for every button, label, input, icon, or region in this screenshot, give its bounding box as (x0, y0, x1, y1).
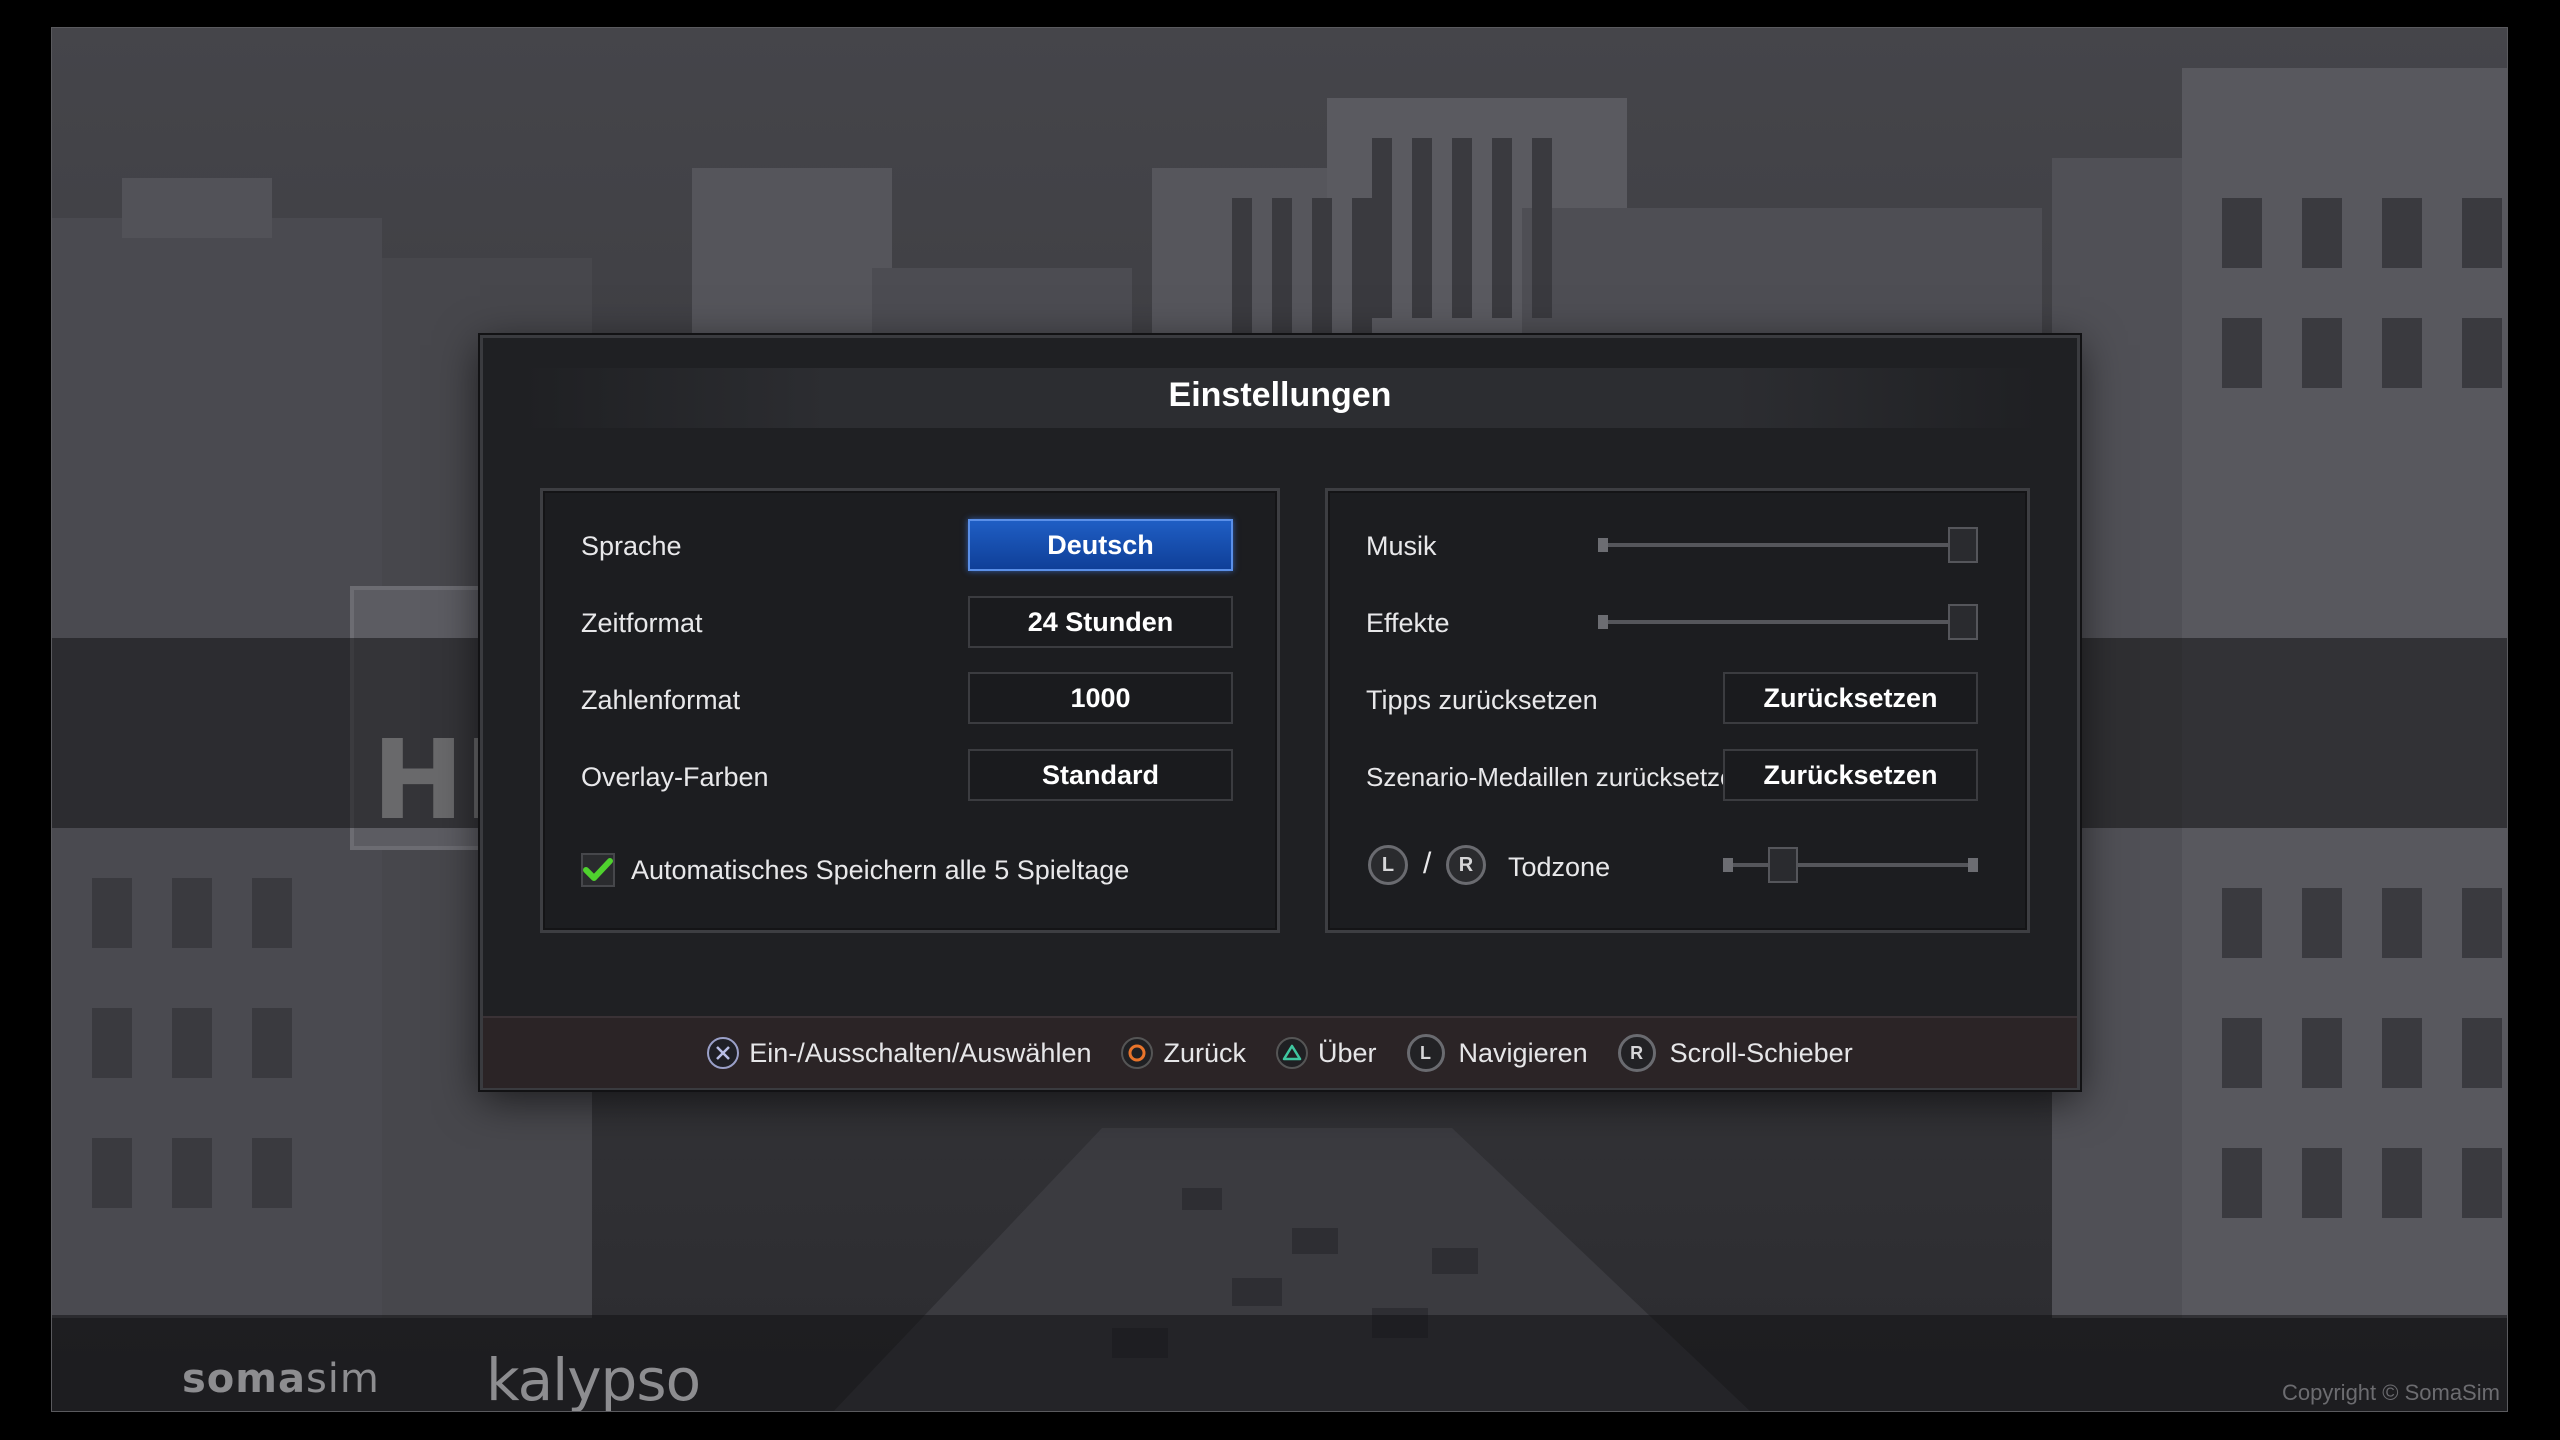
number-format-button[interactable]: 1000 (968, 672, 1233, 724)
reset-tips-button[interactable]: Zurücksetzen (1723, 672, 1978, 724)
autosave-checkbox[interactable] (581, 853, 615, 887)
right-stick-icon: R (1446, 845, 1486, 885)
autosave-option[interactable]: Automatisches Speichern alle 5 Spieltage (581, 853, 1129, 887)
stick-separator: / (1423, 847, 1432, 880)
effects-slider[interactable] (1598, 604, 1978, 640)
kalypso-logo: kalypso (486, 1346, 701, 1412)
reset-medals-label: Szenario-Medaillen zurücksetzen (1366, 762, 1749, 792)
audio-controls-panel: Musik Effekte Tipps zurücksetzen Zurücks… (1325, 488, 2030, 933)
hint-back-label: Zurück (1163, 1037, 1247, 1068)
cross-button-icon (707, 1037, 740, 1069)
right-stick-icon: R (1617, 1034, 1656, 1072)
copyright-text: Copyright © SomaSim (2282, 1380, 2500, 1405)
effects-slider-thumb[interactable] (1948, 604, 1978, 640)
hint-about: Über (1276, 1037, 1377, 1069)
hint-navigate-label: Navigieren (1458, 1037, 1588, 1068)
controller-hint-bar: Ein-/Ausschalten/Auswählen Zurück Über L… (483, 1016, 2077, 1088)
overlay-colors-button[interactable]: Standard (968, 749, 1233, 801)
checkmark-icon (583, 858, 613, 881)
number-format-label: Zahlenformat (581, 685, 741, 715)
music-label: Musik (1366, 531, 1437, 561)
footer-strip (52, 1315, 2507, 1411)
deadzone-slider[interactable] (1723, 847, 1978, 883)
reset-tips-label: Tipps zurücksetzen (1366, 685, 1598, 715)
autosave-label: Automatisches Speichern alle 5 Spieltage (631, 854, 1130, 885)
general-settings-panel: Sprache Deutsch Zeitformat 24 Stunden Za… (540, 488, 1280, 933)
music-slider[interactable] (1598, 527, 1978, 563)
left-stick-icon: L (1368, 845, 1408, 885)
hint-toggle-select: Ein-/Ausschalten/Auswählen (707, 1037, 1091, 1069)
music-slider-thumb[interactable] (1948, 527, 1978, 563)
hint-toggle-select-label: Ein-/Ausschalten/Auswählen (749, 1037, 1092, 1068)
somasim-logo: somasim (182, 1356, 380, 1402)
time-format-label: Zeitformat (581, 608, 703, 638)
hint-back: Zurück (1121, 1037, 1246, 1069)
time-format-button[interactable]: 24 Stunden (968, 596, 1233, 648)
hint-scroll-slider: R Scroll-Schieber (1617, 1034, 1853, 1072)
hint-about-label: Über (1318, 1037, 1377, 1068)
left-stick-icon: L (1406, 1034, 1445, 1072)
hint-navigate: L Navigieren (1406, 1034, 1588, 1072)
effects-label: Effekte (1366, 608, 1450, 638)
deadzone-label: Todzone (1508, 852, 1611, 882)
reset-medals-button[interactable]: Zurücksetzen (1723, 749, 1978, 801)
language-button[interactable]: Deutsch (968, 519, 1233, 571)
deadzone-slider-thumb[interactable] (1768, 847, 1798, 883)
language-label: Sprache (581, 531, 682, 561)
triangle-button-icon (1276, 1037, 1309, 1069)
overlay-colors-label: Overlay-Farben (581, 762, 769, 792)
hint-scroll-slider-label: Scroll-Schieber (1669, 1037, 1853, 1068)
settings-dialog: Einstellungen Sprache Deutsch Zeitformat… (480, 335, 2080, 1090)
circle-button-icon (1121, 1037, 1154, 1069)
dialog-title: Einstellungen (1168, 376, 1392, 414)
